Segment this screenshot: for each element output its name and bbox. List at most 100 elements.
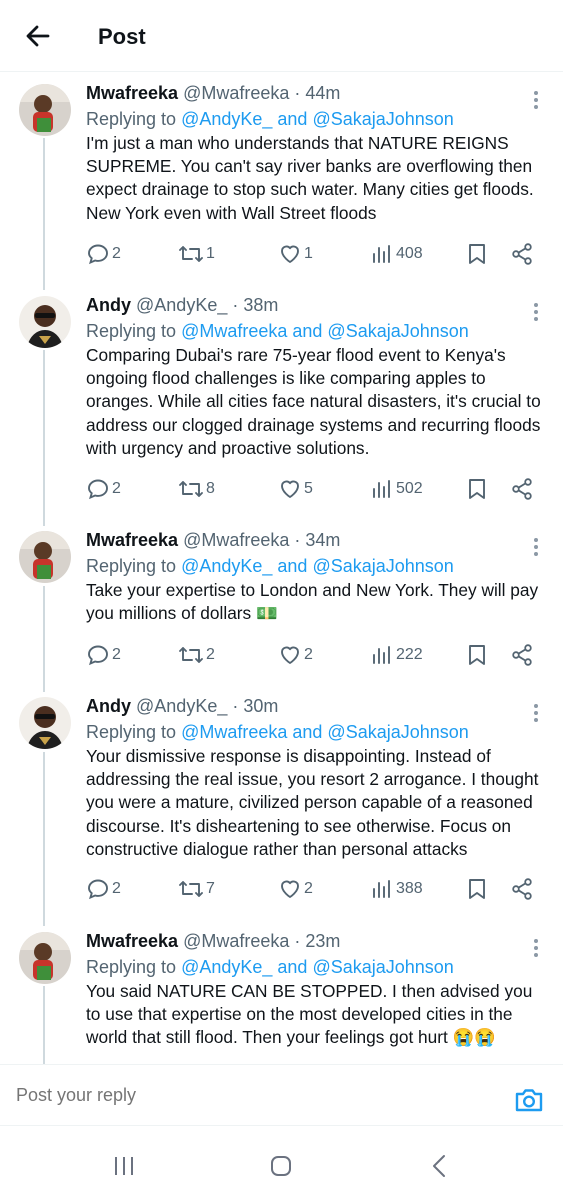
views-button[interactable]: 388 — [370, 875, 423, 903]
avatar[interactable] — [19, 697, 71, 749]
like-button[interactable]: 1 — [278, 240, 313, 268]
reply-button[interactable]: 2 — [86, 875, 121, 903]
bookmark-button[interactable] — [466, 475, 488, 503]
recent-apps-icon[interactable] — [112, 1154, 136, 1183]
reply-button[interactable]: 2 — [86, 475, 121, 503]
reply-post[interactable]: Andy @AndyKe_ · 38m Replying to @Mwafree… — [0, 292, 563, 512]
repost-icon — [179, 647, 203, 663]
reply-count: 2 — [112, 646, 121, 663]
avatar[interactable] — [19, 531, 71, 583]
repost-button[interactable]: 8 — [178, 475, 215, 503]
reply-icon — [88, 645, 108, 666]
replying-to-users[interactable]: @AndyKe_ and @SakajaJohnson — [181, 556, 454, 576]
avatar[interactable] — [19, 932, 71, 984]
post-time: · 38m — [232, 295, 279, 315]
author-name[interactable]: Mwafreeka — [86, 530, 178, 550]
home-icon[interactable] — [269, 1154, 293, 1183]
like-count: 2 — [304, 880, 313, 897]
reply-post[interactable]: Andy @AndyKe_ · 30m Replying to @Mwafree… — [0, 693, 563, 911]
reply-icon — [88, 879, 108, 900]
post-text: Your dismissive response is disappointin… — [86, 746, 539, 859]
replying-to-label: Replying to — [86, 957, 177, 977]
replying-to-users[interactable]: @Mwafreeka and @SakajaJohnson — [181, 321, 469, 341]
share-button[interactable] — [510, 875, 534, 903]
views-button[interactable]: 502 — [370, 475, 423, 503]
replying-to-label: Replying to — [86, 109, 177, 129]
more-options-icon[interactable] — [533, 537, 539, 557]
views-icon — [373, 480, 390, 498]
repost-count: 8 — [206, 480, 215, 497]
author-name[interactable]: Andy — [86, 295, 131, 315]
views-button[interactable]: 408 — [370, 240, 423, 268]
view-count: 388 — [396, 880, 423, 897]
share-icon — [512, 478, 532, 500]
camera-icon[interactable] — [514, 1087, 544, 1118]
author-handle[interactable]: @Mwafreeka — [183, 931, 289, 951]
post-actions: 2 7 2 388 — [86, 875, 546, 903]
reply-count: 2 — [112, 480, 121, 497]
view-count: 502 — [396, 480, 423, 497]
replying-to: Replying to @Mwafreeka and @SakajaJohnso… — [86, 318, 548, 344]
post-actions: 2 1 1 408 — [86, 240, 546, 268]
avatar[interactable] — [19, 296, 71, 348]
post-time: · 34m — [294, 530, 341, 550]
author-handle[interactable]: @AndyKe_ — [136, 696, 227, 716]
reply-post[interactable]: Mwafreeka @Mwafreeka · 23m Replying to @… — [0, 928, 563, 1062]
reply-button[interactable]: 2 — [86, 641, 121, 669]
bookmark-icon — [469, 244, 485, 264]
replying-to-users[interactable]: @AndyKe_ and @SakajaJohnson — [181, 109, 454, 129]
post-text: You said NATURE CAN BE STOPPED. I then a… — [86, 981, 533, 1048]
repost-button[interactable]: 1 — [178, 240, 215, 268]
like-button[interactable]: 5 — [278, 475, 313, 503]
more-options-icon[interactable] — [533, 90, 539, 110]
arrow-left-icon[interactable] — [22, 20, 54, 52]
like-button[interactable]: 2 — [278, 875, 313, 903]
page-title: Post — [98, 24, 146, 49]
post-text: Comparing Dubai's rare 75-year flood eve… — [86, 345, 541, 458]
repost-button[interactable]: 2 — [178, 641, 215, 669]
post-actions: 2 8 5 502 — [86, 475, 546, 503]
reply-icon — [88, 244, 108, 265]
share-button[interactable] — [510, 475, 534, 503]
like-button[interactable]: 2 — [278, 641, 313, 669]
views-button[interactable]: 222 — [370, 641, 423, 669]
post-header: Andy @AndyKe_ · 30m — [86, 693, 548, 719]
like-count: 5 — [304, 480, 313, 497]
bookmark-button[interactable] — [466, 240, 488, 268]
reply-post[interactable]: Mwafreeka @Mwafreeka · 44m Replying to @… — [0, 80, 563, 276]
more-options-icon[interactable] — [533, 302, 539, 322]
replying-to-users[interactable]: @AndyKe_ and @SakajaJohnson — [181, 957, 454, 977]
reply-button[interactable]: 2 — [86, 240, 121, 268]
more-options-icon[interactable] — [533, 938, 539, 958]
author-name[interactable]: Mwafreeka — [86, 83, 178, 103]
reply-icon — [88, 479, 108, 500]
more-options-icon[interactable] — [533, 703, 539, 723]
bookmark-icon — [469, 479, 485, 499]
author-name[interactable]: Andy — [86, 696, 131, 716]
bookmark-button[interactable] — [466, 875, 488, 903]
back-icon[interactable] — [428, 1154, 452, 1183]
share-button[interactable] — [510, 240, 534, 268]
author-name[interactable]: Mwafreeka — [86, 931, 178, 951]
post-header: Andy @AndyKe_ · 38m — [86, 292, 548, 318]
replying-to: Replying to @AndyKe_ and @SakajaJohnson — [86, 553, 548, 579]
reply-count: 2 — [112, 880, 121, 897]
post-time: · 23m — [294, 931, 341, 951]
views-icon — [373, 880, 390, 898]
replying-to-label: Replying to — [86, 722, 177, 742]
author-handle[interactable]: @Mwafreeka — [183, 530, 289, 550]
replying-to-users[interactable]: @Mwafreeka and @SakajaJohnson — [181, 722, 469, 742]
avatar[interactable] — [19, 84, 71, 136]
bookmark-icon — [469, 879, 485, 899]
reply-input[interactable] — [16, 1085, 416, 1106]
repost-icon — [179, 246, 203, 262]
post-header: Mwafreeka @Mwafreeka · 34m — [86, 527, 548, 553]
reply-post[interactable]: Mwafreeka @Mwafreeka · 34m Replying to @… — [0, 527, 563, 677]
bookmark-button[interactable] — [466, 641, 488, 669]
author-handle[interactable]: @AndyKe_ — [136, 295, 227, 315]
share-icon — [512, 878, 532, 900]
share-button[interactable] — [510, 641, 534, 669]
repost-button[interactable]: 7 — [178, 875, 215, 903]
post-actions: 2 2 2 222 — [86, 641, 546, 669]
author-handle[interactable]: @Mwafreeka — [183, 83, 289, 103]
